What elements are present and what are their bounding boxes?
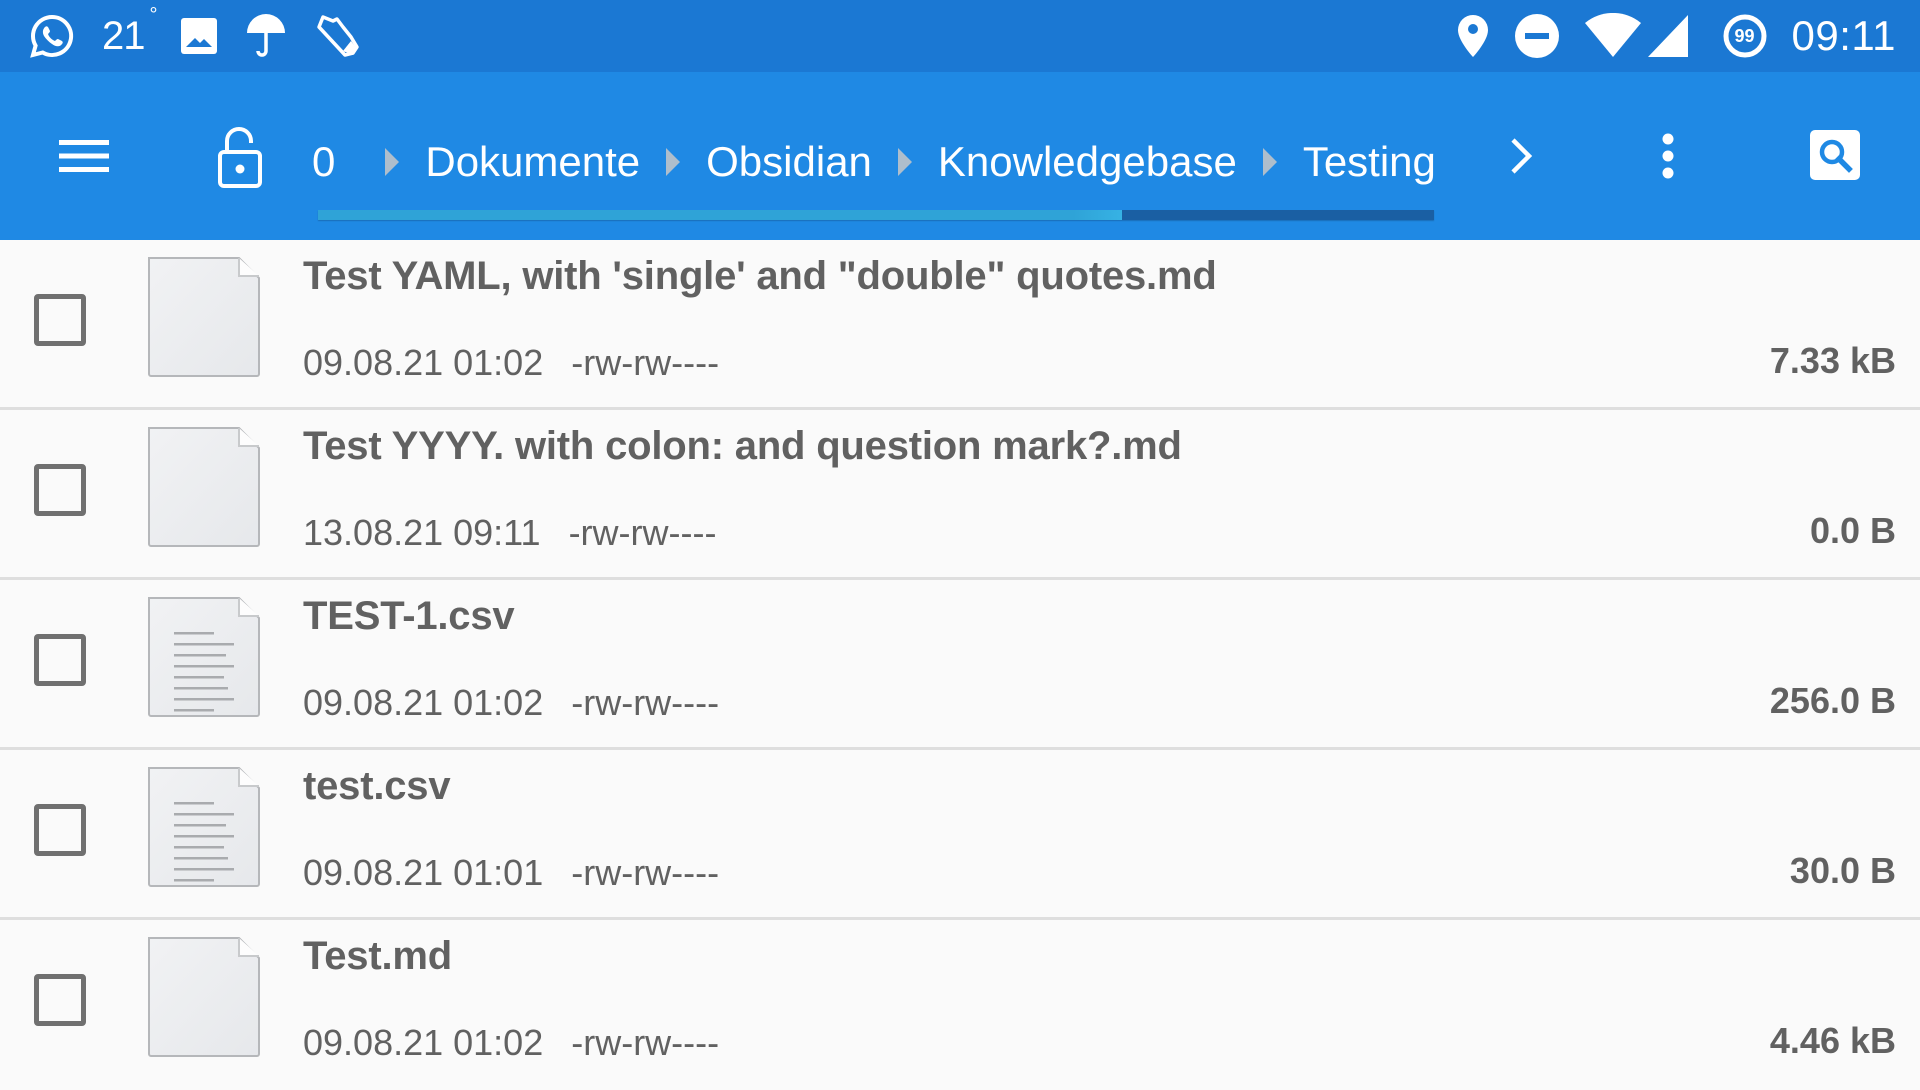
file-meta: 09.08.21 01:02 -rw-rw---- [303,342,719,384]
select-checkbox[interactable] [34,464,86,516]
breadcrumb: 0 Dokumente Obsidian Knowledgebase Testi… [312,132,1436,192]
breadcrumb-item-root[interactable]: 0 [312,138,335,186]
breadcrumb-item-dokumente[interactable]: Dokumente [425,138,640,186]
breadcrumb-item-obsidian[interactable]: Obsidian [706,138,872,186]
breadcrumb-item-knowledgebase[interactable]: Knowledgebase [938,138,1237,186]
blank-document-icon [146,934,262,1058]
file-list: Test YAML, with 'single' and "double" qu… [0,240,1920,1090]
weather-temperature: 21 ° [102,3,158,58]
sneaker-icon [313,11,363,61]
file-meta: 09.08.21 01:02 -rw-rw---- [303,1022,719,1064]
hamburger-menu-icon [59,140,109,172]
breadcrumb-separator-icon [385,148,400,176]
file-permissions: -rw-rw---- [571,1022,720,1063]
notification-badge: 99 [1734,25,1755,46]
file-name: TEST-1.csv [303,594,515,638]
clock: 09:11 [1791,12,1896,59]
select-checkbox[interactable] [34,804,86,856]
breadcrumb-forward-button[interactable] [1500,128,1544,184]
more-options-button[interactable] [1640,128,1696,184]
file-date: 09.08.21 01:01 [303,852,544,893]
toolbar: 0 Dokumente Obsidian Knowledgebase Testi… [0,72,1920,240]
gallery-icon [179,16,219,56]
status-bar: 21 ° 99 09:11 [0,0,1920,72]
file-row[interactable]: Test YAML, with 'single' and "double" qu… [0,240,1920,410]
do-not-disturb-icon [1514,13,1560,59]
whatsapp-icon [28,12,76,60]
more-vertical-icon [1662,133,1674,179]
file-meta: 09.08.21 01:02 -rw-rw---- [303,682,719,724]
file-size: 0.0 B [1809,510,1896,551]
breadcrumb-separator-icon [1262,148,1277,176]
file-name: test.csv [303,764,451,808]
breadcrumb-scroll-track[interactable] [318,210,1434,220]
file-size: 4.46 kB [1769,1020,1896,1061]
file-date: 09.08.21 01:02 [303,1022,544,1063]
breadcrumb-scroll-thumb[interactable] [318,210,1122,220]
blank-document-icon [146,424,262,548]
chevron-right-icon [1511,138,1533,174]
search-icon [1819,139,1853,173]
file-permissions: -rw-rw---- [571,852,720,893]
file-date: 09.08.21 01:02 [303,682,544,723]
file-row[interactable]: test.csv 09.08.21 01:01 -rw-rw---- 30.0 B [0,750,1920,920]
file-row[interactable]: TEST-1.csv 09.08.21 01:02 -rw-rw---- 256.… [0,580,1920,750]
blank-document-icon [146,254,262,378]
file-size: 7.33 kB [1769,340,1896,381]
wifi-icon [1584,13,1642,59]
file-row[interactable]: Test.md 09.08.21 01:02 -rw-rw---- 4.46 kB [0,920,1920,1090]
breadcrumb-separator-icon [897,148,912,176]
location-pin-icon [1456,13,1490,59]
file-permissions: -rw-rw---- [568,512,717,553]
menu-button[interactable] [52,128,116,184]
status-bar-left: 21 ° [28,0,363,72]
file-name: Test YAML, with 'single' and "double" qu… [303,254,1217,298]
file-meta: 13.08.21 09:11 -rw-rw---- [303,512,716,554]
file-permissions: -rw-rw---- [571,682,720,723]
file-date: 13.08.21 09:11 [303,512,541,553]
file-name: Test YYYY. with colon: and question mark… [303,424,1182,468]
select-checkbox[interactable] [34,634,86,686]
breadcrumb-item-testing[interactable]: Testing [1303,138,1436,186]
notification-count-icon: 99 [1722,13,1768,59]
breadcrumb-separator-icon [666,148,681,176]
search-button[interactable] [1810,130,1860,180]
select-checkbox[interactable] [34,974,86,1026]
file-size: 256.0 B [1769,680,1896,721]
unlocked-padlock-icon [218,127,262,188]
file-date: 09.08.21 01:02 [303,342,544,383]
file-name: Test.md [303,934,452,978]
cell-signal-icon [1646,13,1690,59]
status-bar-right: 99 09:11 [1456,0,1897,72]
select-checkbox[interactable] [34,294,86,346]
file-meta: 09.08.21 01:01 -rw-rw---- [303,852,719,894]
file-row[interactable]: Test YYYY. with colon: and question mark… [0,410,1920,580]
lock-button[interactable] [210,122,270,192]
text-document-icon [146,764,262,915]
text-document-icon [146,594,262,745]
file-size: 30.0 B [1789,850,1896,891]
umbrella-icon [245,13,287,59]
file-permissions: -rw-rw---- [571,342,720,383]
